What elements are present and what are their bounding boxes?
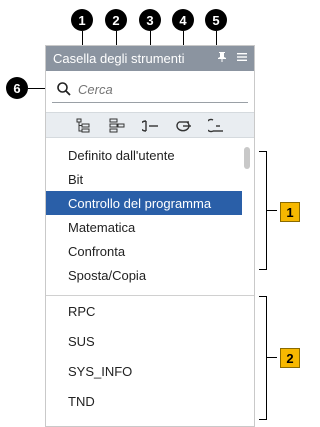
bracket-2-tick	[267, 357, 277, 358]
instruction-item[interactable]: SYS_INFO	[68, 364, 132, 379]
instruction-item[interactable]: TND	[68, 394, 95, 409]
callout-4: 4	[172, 9, 194, 31]
scrollbar-thumb[interactable]	[244, 147, 250, 169]
category-list: Definito dall'utente Bit Controllo del p…	[46, 143, 254, 291]
category-item-selected[interactable]: Controllo del programma	[46, 191, 242, 215]
menu-icon[interactable]	[234, 51, 250, 66]
toolbar	[46, 112, 254, 138]
category-item[interactable]: Confronta	[46, 239, 242, 263]
plug-icon-3[interactable]	[205, 117, 226, 135]
panel-title: Casella degli strumenti	[53, 51, 185, 66]
tree-collapse-icon[interactable]	[108, 117, 126, 135]
plug-icon-1[interactable]	[139, 117, 160, 135]
pin-icon[interactable]	[214, 51, 230, 66]
tree-expand-icon[interactable]	[74, 117, 92, 135]
category-item[interactable]: Matematica	[46, 215, 242, 239]
bracket-1	[259, 151, 267, 270]
search-icon	[56, 81, 74, 99]
callout-5: 5	[205, 9, 227, 31]
callout-3: 3	[139, 9, 161, 31]
category-item[interactable]: Definito dall'utente	[46, 143, 242, 167]
callout-6: 6	[6, 77, 28, 99]
section-divider	[46, 295, 254, 296]
instruction-item[interactable]: RPC	[68, 304, 95, 319]
label-1: 1	[280, 202, 300, 222]
label-2: 2	[280, 348, 300, 368]
category-item[interactable]: Sposta/Copia	[46, 263, 242, 287]
bracket-1-tick	[267, 210, 277, 211]
panel-titlebar: Casella degli strumenti	[46, 46, 254, 71]
toolbox-panel: Casella degli strumenti Cerca Definito d…	[45, 45, 255, 427]
instruction-item[interactable]: SUS	[68, 334, 95, 349]
category-item[interactable]: Bit	[46, 167, 242, 191]
callout-1: 1	[71, 9, 93, 31]
bracket-2	[259, 296, 267, 420]
plug-icon-2[interactable]	[175, 117, 193, 135]
search-input[interactable]	[78, 82, 238, 97]
callout-2: 2	[105, 9, 127, 31]
search-box[interactable]	[52, 77, 248, 103]
